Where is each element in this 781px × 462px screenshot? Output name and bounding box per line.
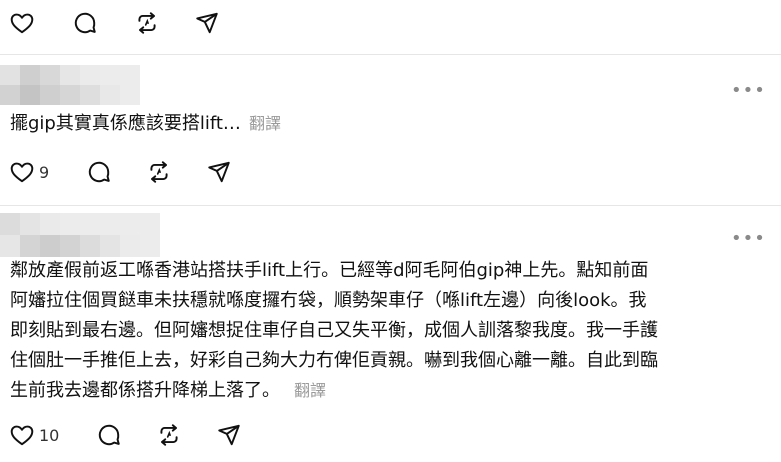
repost-button[interactable] [146,159,172,185]
share-button[interactable] [216,422,242,448]
more-options-button[interactable]: ••• [731,230,766,248]
heart-icon [10,13,34,34]
comment-button[interactable] [72,10,98,36]
share-icon [208,161,230,183]
repost-icon [138,12,156,34]
comment-line: 生前我去邊都係搭升降梯上落了。 [10,380,280,401]
share-button[interactable] [194,10,220,36]
share-button[interactable] [206,159,232,185]
like-count: 10 [39,425,60,445]
comment-icon [88,161,110,183]
comment-text: 鄰放產假前返工喺香港站搭扶手lift上行。已經等d阿毛阿伯gip神上先。點知前面… [10,256,770,406]
comment-line: 住個肚一手推佢上去，好彩自己夠大力冇俾佢貢親。嚇到我個心離一離。自此到臨 [10,350,658,371]
comment-line: 阿嬸拉住個買餸車未扶穩就喺度攞冇袋，順勢架車仔（喺lift左邊）向後look。我 [10,290,647,311]
like-button[interactable]: 9 [9,159,49,185]
comment-line: 鄰放產假前返工喺香港站搭扶手lift上行。已經等d阿毛阿伯gip神上先。點知前面 [10,260,649,281]
comment-icon [98,424,120,446]
comment-icon [74,12,96,34]
like-button[interactable]: 10 [9,422,59,448]
divider [0,205,781,206]
heart-icon [10,425,34,446]
avatar [0,65,140,105]
translate-link[interactable]: 翻譯 [294,381,326,400]
avatar [0,213,160,257]
share-icon [218,424,240,446]
comment-body: 擺gip其實真係應該要搭lift… [10,113,241,134]
comment-button[interactable] [86,159,112,185]
divider [0,54,781,55]
repost-button[interactable] [134,10,160,36]
share-icon [196,12,218,34]
translate-link[interactable]: 翻譯 [249,114,281,133]
comment-text: 擺gip其實真係應該要搭lift… 翻譯 [10,110,710,138]
more-options-button[interactable]: ••• [731,82,766,100]
repost-icon [150,161,168,183]
comment-line: 即刻貼到最右邊。但阿嬸想捉住車仔自己又失平衡，成個人訓落黎我度。我一手護 [10,320,658,341]
repost-button[interactable] [156,422,182,448]
repost-icon [160,424,178,446]
like-count: 9 [39,162,50,182]
comment-button[interactable] [96,422,122,448]
heart-icon [10,162,34,183]
like-button[interactable] [9,10,35,36]
